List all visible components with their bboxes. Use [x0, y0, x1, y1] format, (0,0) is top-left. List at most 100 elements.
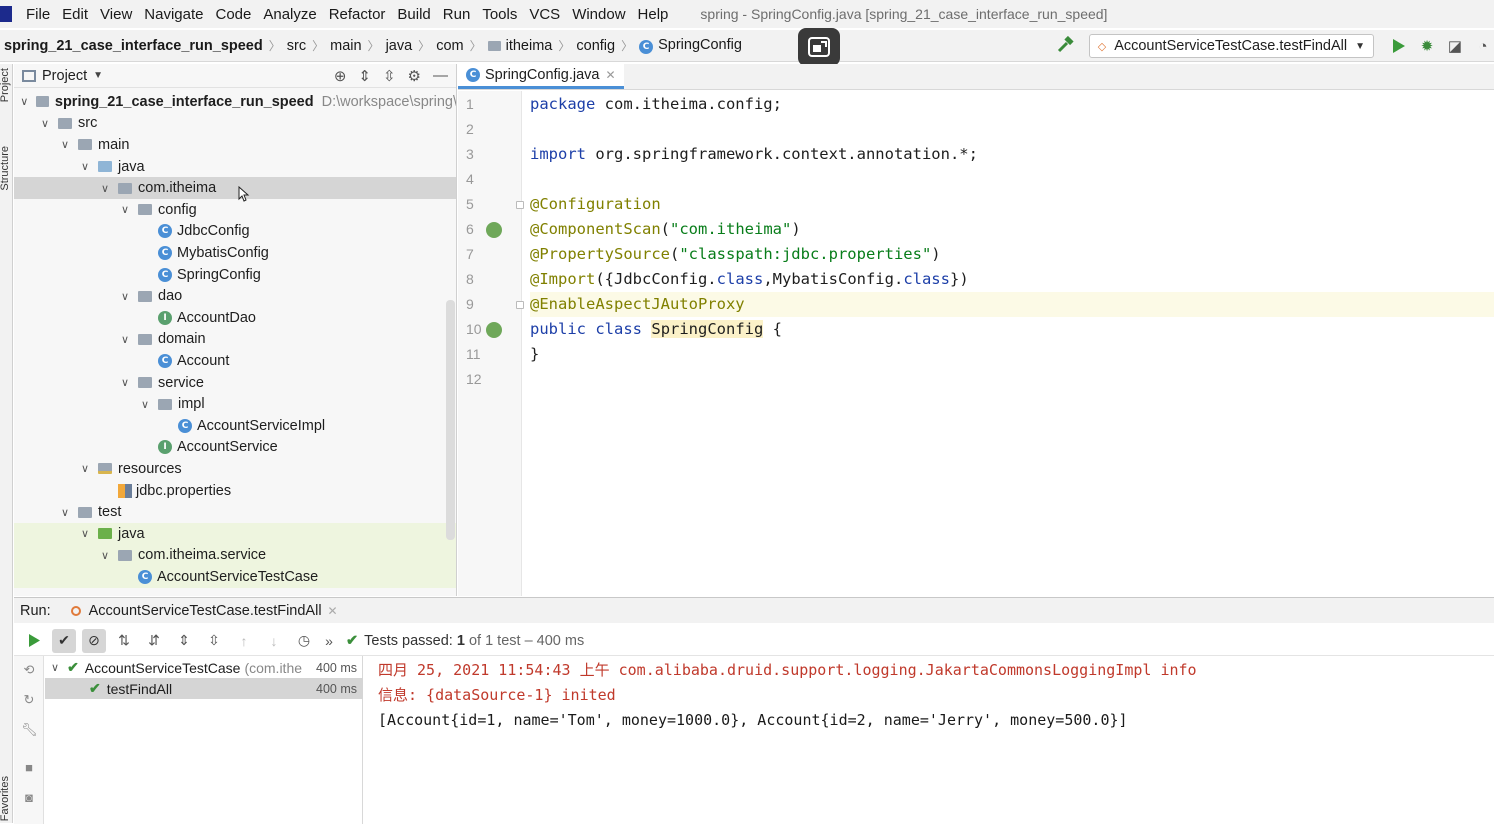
code-line[interactable] [530, 117, 1494, 142]
project-header-label[interactable]: Project [42, 68, 87, 84]
rerun-play-icon[interactable] [22, 629, 46, 653]
fold-marker-icon[interactable] [516, 201, 524, 209]
arrow-up-icon[interactable]: ↑ [232, 629, 256, 653]
chevron-down-icon[interactable]: ∨ [118, 203, 132, 216]
tree-node[interactable]: ∨ spring_21_case_interface_run_speed D:\wo… [14, 91, 456, 113]
tree-node[interactable]: ∨ java [14, 523, 456, 545]
project-tool-label[interactable]: Project [0, 68, 11, 102]
sort-alpha-icon[interactable]: ⇅ [112, 629, 136, 653]
chevron-down-icon[interactable]: ∨ [58, 138, 72, 151]
run-play-icon[interactable] [1388, 35, 1410, 57]
rerun-failed-icon[interactable]: ⟲ [21, 662, 37, 678]
menu-window[interactable]: Window [566, 6, 631, 23]
gear-icon[interactable]: ⚙ [408, 67, 421, 85]
structure-tool-label[interactable]: Structure [0, 146, 11, 191]
code-line[interactable] [530, 167, 1494, 192]
chevron-down-icon[interactable]: ∨ [51, 661, 59, 674]
spring-bean-gutter-icon[interactable] [486, 322, 502, 338]
menu-navigate[interactable]: Navigate [138, 6, 209, 23]
run-tab[interactable]: AccountServiceTestCase.testFindAll ✕ [70, 603, 338, 619]
chevron-down-icon[interactable]: ∨ [118, 376, 132, 389]
test-tree-row[interactable]: ∨ ✔ AccountServiceTestCase (com.ithe 400 ms [45, 657, 363, 678]
chevron-down-icon[interactable]: ∨ [18, 95, 30, 108]
camera-icon[interactable]: ◙ [21, 790, 37, 806]
menu-tools[interactable]: Tools [476, 6, 523, 23]
code-line[interactable]: @EnableAspectJAutoProxy [530, 292, 1494, 317]
chevron-down-icon[interactable]: ∨ [118, 290, 132, 303]
tree-node[interactable]: I AccountService [14, 437, 456, 459]
chevron-down-icon[interactable]: ∨ [78, 462, 92, 475]
tree-node[interactable]: ∨ domain [14, 329, 456, 351]
breadcrumb-item[interactable]: itheima [487, 38, 552, 54]
breadcrumb-item[interactable]: config [576, 38, 615, 54]
chevron-down-icon[interactable]: ∨ [98, 182, 112, 195]
chevron-down-icon[interactable]: ∨ [78, 527, 92, 540]
tree-scrollbar[interactable] [446, 300, 455, 540]
close-icon[interactable]: ✕ [605, 68, 615, 82]
tree-node[interactable]: C MybatisConfig [14, 242, 456, 264]
coverage-icon[interactable]: ◪ [1444, 35, 1466, 57]
breadcrumb-item[interactable]: src [287, 38, 306, 54]
tree-node[interactable]: ∨ src [14, 113, 456, 135]
tree-node[interactable]: C JdbcConfig [14, 221, 456, 243]
stop-square-icon[interactable]: ■ [21, 760, 37, 776]
code-line[interactable] [530, 367, 1494, 392]
tree-node[interactable]: C Account [14, 350, 456, 372]
tree-node[interactable]: ∨ test [14, 501, 456, 523]
test-tree-row[interactable]: ✔ testFindAll 400 ms [45, 678, 363, 699]
expand-all-icon[interactable]: ⇕ [358, 67, 371, 85]
breadcrumb-item[interactable]: java [386, 38, 413, 54]
spring-bean-gutter-icon[interactable] [486, 222, 502, 238]
breadcrumb-item[interactable]: spring_21_case_interface_run_speed [4, 38, 263, 54]
code-line[interactable]: @Import({JdbcConfig.class,MybatisConfig.… [530, 267, 1494, 292]
menu-edit[interactable]: Edit [56, 6, 94, 23]
tree-node[interactable]: C AccountServiceTestCase [14, 566, 456, 588]
wrench-icon[interactable]: 🔧︎ [21, 722, 38, 738]
tree-node[interactable]: C AccountServiceImpl [14, 415, 456, 437]
more-chevron-icon[interactable]: » [322, 629, 336, 653]
menu-file[interactable]: File [20, 6, 56, 23]
tree-node[interactable]: ∨ java [14, 156, 456, 178]
expand-all-icon[interactable]: ⇕ [172, 629, 196, 653]
show-ignored-icon[interactable]: ⊘ [82, 628, 106, 653]
arrow-down-icon[interactable]: ↓ [262, 629, 286, 653]
code-line[interactable]: package com.itheima.config; [530, 92, 1494, 117]
chevron-down-icon[interactable]: ∨ [138, 398, 152, 411]
tree-node[interactable]: ∨ config [14, 199, 456, 221]
minimize-icon[interactable]: — [433, 67, 448, 85]
menu-run[interactable]: Run [437, 6, 477, 23]
menu-code[interactable]: Code [209, 6, 257, 23]
locate-target-icon[interactable]: ⊕ [334, 67, 347, 85]
code-line[interactable]: @PropertySource("classpath:jdbc.properti… [530, 242, 1494, 267]
history-clock-icon[interactable]: ◷ [292, 629, 316, 653]
chevron-down-icon[interactable]: ∨ [118, 333, 132, 346]
run-configuration-select[interactable]: ◇ AccountServiceTestCase.testFindAll ▼ [1088, 34, 1374, 58]
code-line[interactable]: public class SpringConfig { [530, 317, 1494, 342]
build-hammer-icon[interactable] [1055, 35, 1075, 56]
chevron-down-icon[interactable]: ∨ [98, 549, 112, 562]
tree-node[interactable]: ∨ resources [14, 458, 456, 480]
code-line[interactable]: } [530, 342, 1494, 367]
profile-icon[interactable]: ◔ [1472, 35, 1494, 57]
close-icon[interactable]: ✕ [328, 604, 338, 618]
menu-refactor[interactable]: Refactor [323, 6, 392, 23]
menu-analyze[interactable]: Analyze [257, 6, 322, 23]
menu-build[interactable]: Build [391, 6, 436, 23]
tree-node[interactable]: ∨ impl [14, 393, 456, 415]
chevron-down-icon[interactable]: ∨ [78, 160, 92, 173]
debug-bug-icon[interactable]: ✹ [1416, 35, 1438, 57]
collapse-all-icon[interactable]: ⇳ [383, 67, 396, 85]
tree-node[interactable]: ∨ dao [14, 285, 456, 307]
code-line[interactable]: @ComponentScan("com.itheima") [530, 217, 1494, 242]
tree-node[interactable]: C SpringConfig [14, 264, 456, 286]
menu-help[interactable]: Help [632, 6, 675, 23]
favorites-tool-label[interactable]: Favorites [0, 776, 11, 821]
console-output[interactable]: 四月 25, 2021 11:54:43 上午 com.alibaba.drui… [378, 658, 1494, 824]
tree-node[interactable]: ∨ service [14, 372, 456, 394]
chevron-down-icon[interactable]: ▼ [93, 70, 103, 81]
fold-marker-icon[interactable] [516, 301, 524, 309]
code-line[interactable]: @Configuration [530, 192, 1494, 217]
show-passed-check-icon[interactable]: ✔ [52, 628, 76, 653]
tab-springconfig[interactable]: C SpringConfig.java ✕ [458, 63, 624, 89]
chevron-down-icon[interactable]: ∨ [58, 506, 72, 519]
